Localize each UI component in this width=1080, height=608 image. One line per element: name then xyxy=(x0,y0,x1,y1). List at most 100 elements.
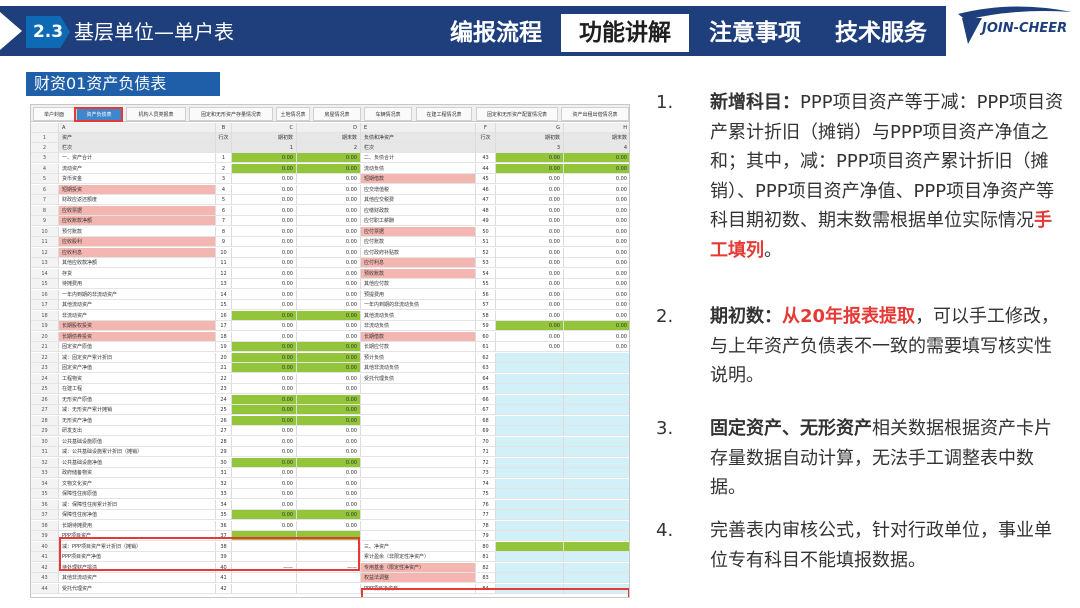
cell-d[interactable]: 0.00 xyxy=(297,342,361,352)
cell-g[interactable] xyxy=(496,510,564,520)
nav-tab-process[interactable]: 编报流程 xyxy=(436,14,556,52)
cell-c[interactable]: 0.00 xyxy=(232,478,297,489)
cell-c[interactable]: 0.00 xyxy=(232,279,297,289)
cell-d[interactable]: 0.00 xyxy=(297,153,361,163)
cell-g[interactable] xyxy=(496,457,564,468)
cell-h[interactable] xyxy=(564,499,629,510)
cell-d[interactable]: 0.00 xyxy=(297,394,361,405)
cell-h[interactable]: 0.00 xyxy=(564,321,629,331)
cell-g[interactable]: G xyxy=(496,123,564,133)
cell-c[interactable]: 0.00 xyxy=(232,468,297,478)
cell-c[interactable]: 0.00 xyxy=(232,499,297,510)
cell-h[interactable] xyxy=(564,447,629,457)
cell-c[interactable]: 0.00 xyxy=(232,447,297,457)
cell-g[interactable]: 0.00 xyxy=(496,237,564,247)
cell-g[interactable] xyxy=(496,499,564,510)
cell-d[interactable]: 0.00 xyxy=(297,405,361,415)
cell-c[interactable]: 0.00 xyxy=(232,426,297,436)
cell-c[interactable]: 0.00 xyxy=(232,394,297,405)
cell-g[interactable] xyxy=(496,363,564,373)
cell-g[interactable] xyxy=(496,531,564,541)
cell-g[interactable]: 0.00 xyxy=(496,174,564,184)
cell-d[interactable]: 0.00 xyxy=(297,184,361,195)
nav-tab-notes[interactable]: 注意事项 xyxy=(694,14,816,52)
cell-c[interactable]: 0.00 xyxy=(232,268,297,279)
cell-d[interactable]: 0.00 xyxy=(297,174,361,184)
cell-h[interactable] xyxy=(564,552,629,562)
cell-g[interactable]: 期初数 xyxy=(496,133,564,143)
cell-g[interactable]: 0.00 xyxy=(496,300,564,310)
cell-h[interactable]: H xyxy=(564,123,629,133)
cell-d[interactable]: 0.00 xyxy=(297,321,361,331)
cell-g[interactable]: 0.00 xyxy=(496,258,564,268)
cell-g[interactable] xyxy=(496,405,564,415)
cell-d[interactable]: 0.00 xyxy=(297,216,361,226)
cell-d[interactable]: 0.00 xyxy=(297,331,361,342)
cell-h[interactable] xyxy=(564,384,629,394)
cell-c[interactable]: 0.00 xyxy=(232,174,297,184)
cell-h[interactable] xyxy=(564,363,629,373)
cell-h[interactable]: 0.00 xyxy=(564,174,629,184)
cell-h[interactable] xyxy=(564,531,629,541)
cell-g[interactable]: 0.00 xyxy=(496,331,564,342)
cell-h[interactable] xyxy=(564,415,629,426)
cell-g[interactable]: 0.00 xyxy=(496,247,564,258)
cell-h[interactable] xyxy=(564,489,629,499)
cell-h[interactable]: 0.00 xyxy=(564,342,629,352)
cell-d[interactable]: 0.00 xyxy=(297,268,361,279)
cell-c[interactable]: 0.00 xyxy=(232,216,297,226)
cell-c[interactable]: 0.00 xyxy=(232,321,297,331)
cell-c[interactable]: C xyxy=(232,123,297,133)
cell-d[interactable]: 0.00 xyxy=(297,363,361,373)
cell-h[interactable]: 0.00 xyxy=(564,290,629,300)
cell-c[interactable]: 0.00 xyxy=(232,310,297,321)
cell-d[interactable]: 0.00 xyxy=(297,163,361,174)
cell-d[interactable]: 0.00 xyxy=(297,373,361,384)
cell-h[interactable] xyxy=(564,562,629,573)
cell-g[interactable]: 0.00 xyxy=(496,226,564,237)
cell-h[interactable]: 0.00 xyxy=(564,258,629,268)
sheet-tab-2[interactable]: 机构人员类报表 xyxy=(126,107,186,121)
cell-c[interactable]: 0.00 xyxy=(232,436,297,447)
cell-d[interactable]: 0.00 xyxy=(297,468,361,478)
cell-d[interactable]: 0.00 xyxy=(297,447,361,457)
sheet-tab-0[interactable]: 单户封面 xyxy=(33,107,75,121)
cell-h[interactable]: 0.00 xyxy=(564,279,629,289)
cell-g[interactable] xyxy=(496,426,564,436)
cell-c[interactable]: 0.00 xyxy=(232,163,297,174)
cell-g[interactable] xyxy=(496,352,564,363)
cell-d[interactable]: 0.00 xyxy=(297,489,361,499)
cell-h[interactable] xyxy=(564,510,629,520)
sheet-tab-9[interactable]: 资产出租出借情况表 xyxy=(561,107,629,121)
cell-d[interactable]: 0.00 xyxy=(297,258,361,268)
cell-g[interactable] xyxy=(496,562,564,573)
cell-g[interactable] xyxy=(496,447,564,457)
cell-c[interactable]: 0.00 xyxy=(232,352,297,363)
cell-g[interactable]: 0.00 xyxy=(496,321,564,331)
cell-d[interactable]: 0.00 xyxy=(297,384,361,394)
cell-g[interactable] xyxy=(496,573,564,583)
cell-d[interactable]: 0.00 xyxy=(297,499,361,510)
cell-d[interactable]: 0.00 xyxy=(297,457,361,468)
cell-h[interactable] xyxy=(564,352,629,363)
cell-h[interactable] xyxy=(564,478,629,489)
cell-c[interactable] xyxy=(232,583,297,594)
cell-g[interactable] xyxy=(496,436,564,447)
cell-h[interactable]: 4 xyxy=(564,143,629,153)
cell-h[interactable]: 0.00 xyxy=(564,163,629,174)
cell-g[interactable] xyxy=(496,373,564,384)
cell-g[interactable]: 0.00 xyxy=(496,342,564,352)
cell-d[interactable]: 0.00 xyxy=(297,195,361,205)
cell-g[interactable]: 0.00 xyxy=(496,279,564,289)
cell-c[interactable]: 0.00 xyxy=(232,363,297,373)
cell-d[interactable]: 0.00 xyxy=(297,510,361,520)
cell-d[interactable]: 0.00 xyxy=(297,478,361,489)
cell-d[interactable]: 0.00 xyxy=(297,415,361,426)
cell-c[interactable]: 0.00 xyxy=(232,415,297,426)
cell-h[interactable] xyxy=(564,426,629,436)
cell-c[interactable]: 0.00 xyxy=(232,289,297,300)
cell-h[interactable]: 0.00 xyxy=(564,248,629,258)
cell-c[interactable]: 0.00 xyxy=(232,331,297,342)
cell-c[interactable]: 0.00 xyxy=(232,184,297,195)
cell-c[interactable]: 0.00 xyxy=(232,457,297,468)
